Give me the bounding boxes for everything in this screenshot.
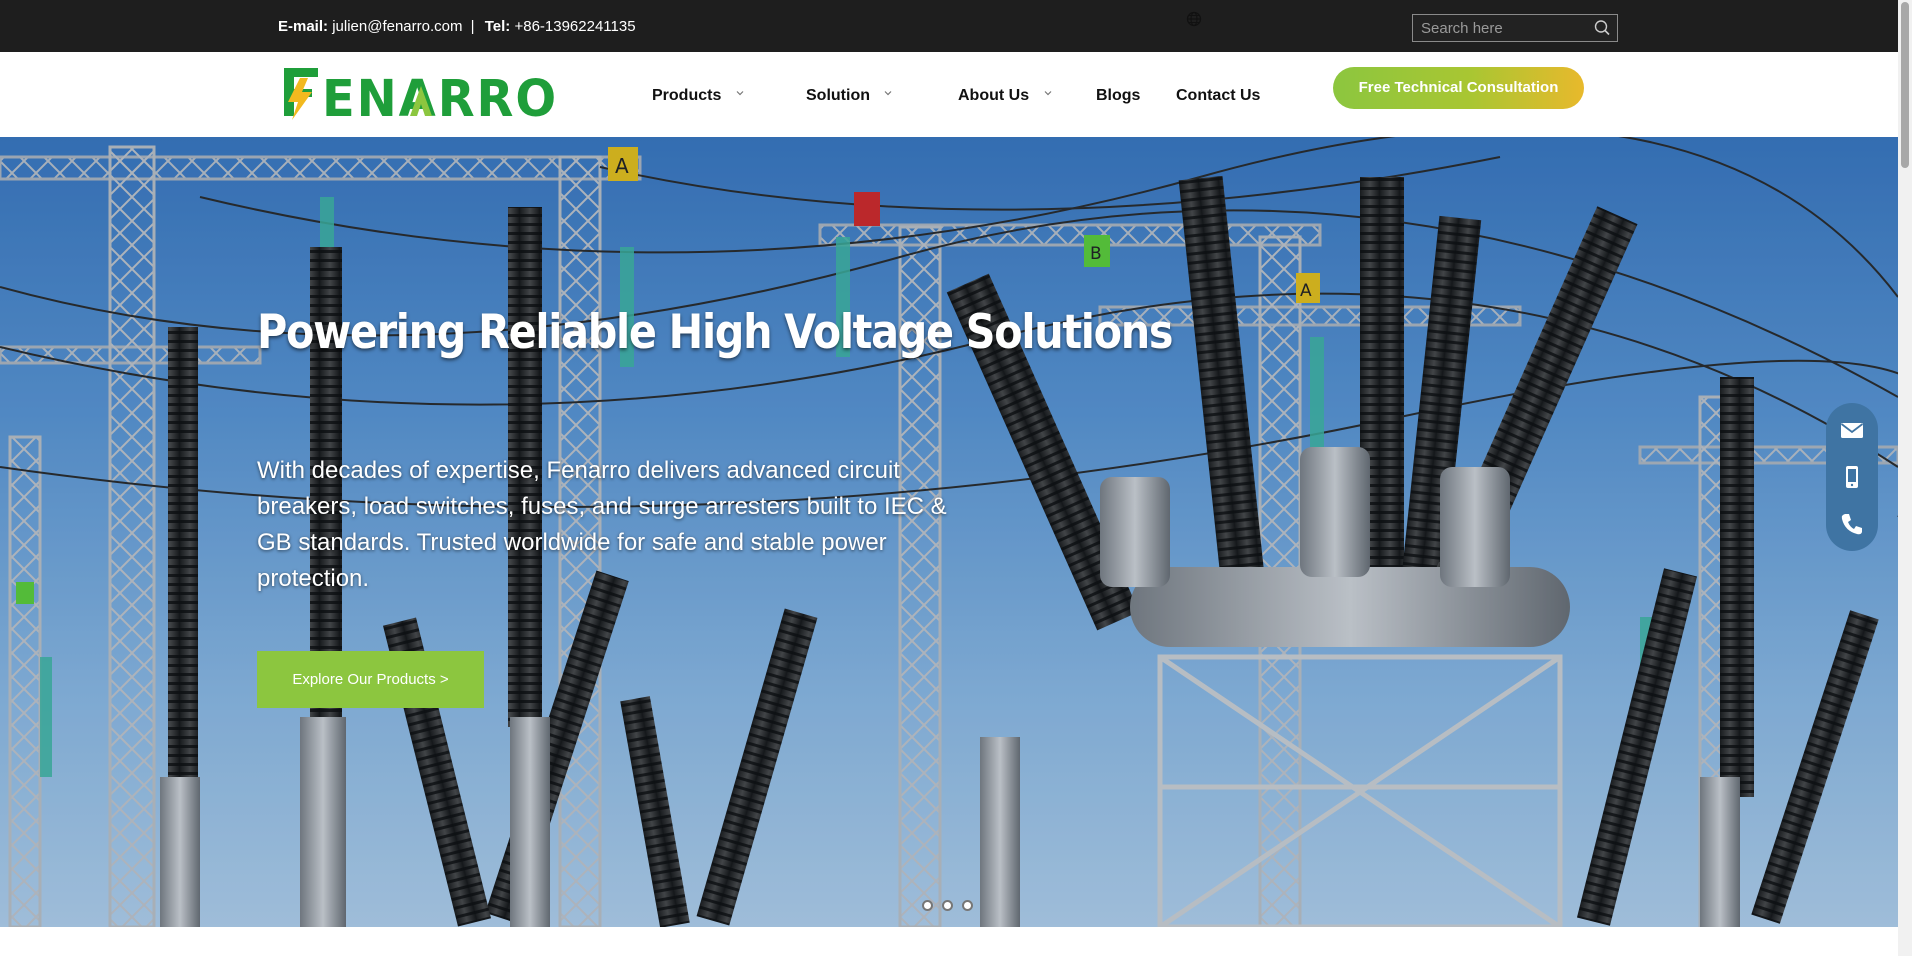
contact-info: E-mail: julien@fenarro.com | Tel: +86-13… [278,18,636,35]
nav-contact-us-label: Contact Us [1176,87,1261,104]
nav-products[interactable]: Products [652,87,744,105]
nav-contact-us[interactable]: Contact Us [1176,87,1260,105]
hero-description: With decades of expertise, Fenarro deliv… [257,457,947,592]
svg-text:ENARRO: ENARRO [322,70,558,124]
email-label: E-mail: [278,18,329,35]
mail-icon[interactable] [1839,417,1865,443]
slide-dot-2[interactable] [942,900,953,911]
nav-solution-label: Solution [806,87,870,104]
scrollbar-thumb[interactable] [1901,2,1909,168]
page-scrollbar[interactable] [1898,0,1912,956]
contact-separator: | [470,18,475,35]
search-input[interactable] [1413,15,1589,41]
chevron-down-icon [736,91,744,96]
fenarro-logo[interactable]: ENARRO [282,62,562,124]
nav-blogs[interactable]: Blogs [1096,87,1140,105]
page-below-hero [0,927,1898,956]
tel-link[interactable]: +86-13962241135 [514,18,635,35]
slide-dot-1[interactable] [922,900,933,911]
free-consultation-button[interactable]: Free Technical Consultation [1333,67,1584,109]
tel-label: Tel: [484,18,511,35]
top-contact-bar: E-mail: julien@fenarro.com | Tel: +86-13… [0,0,1898,52]
nav-solution[interactable]: Solution [806,87,892,105]
nav-products-label: Products [652,87,722,104]
slide-dot-3[interactable] [962,900,973,911]
nav-about-us-label: About Us [958,87,1030,104]
search-box [1412,14,1618,42]
phone-icon[interactable] [1839,511,1865,537]
chevron-down-icon [885,91,892,96]
floating-contact-bar [1826,403,1878,551]
chevron-down-icon [1044,91,1051,96]
hero-banner: A B A Powering Reliable High Voltage Sol… [0,137,1898,927]
email-link[interactable]: julien@fenarro.com [332,18,462,35]
mobile-phone-icon[interactable] [1839,464,1865,490]
globe-icon[interactable] [1186,11,1202,27]
nav-about-us[interactable]: About Us [958,87,1052,105]
search-icon[interactable] [1593,19,1611,37]
hero-title: Powering Reliable High Voltage Solutions [257,305,1174,360]
explore-products-button[interactable]: Explore Our Products > [257,651,484,708]
main-navbar: ENARRO Products Solution About Us Blogs … [0,52,1898,137]
nav-blogs-label: Blogs [1096,87,1141,104]
